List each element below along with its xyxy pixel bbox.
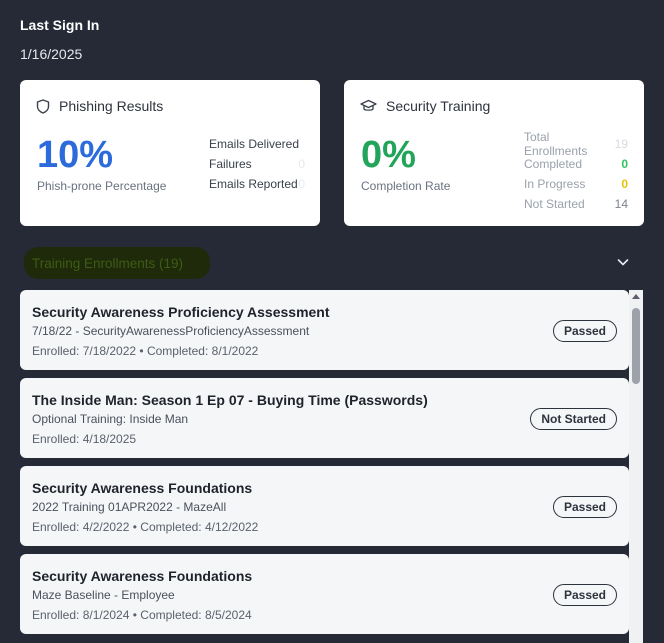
enrollment-subtitle: 2022 Training 01APR2022 - MazeAll — [32, 500, 227, 514]
enrollment-title: The Inside Man: Season 1 Ep 07 - Buying … — [32, 392, 428, 408]
scroll-up-arrow-icon[interactable] — [632, 294, 640, 299]
list-item[interactable]: Security Awareness Proficiency Assessmen… — [20, 290, 629, 370]
list-scrollbar[interactable] — [629, 290, 643, 643]
training-card-header: Security Training — [360, 98, 490, 114]
completion-rate-value: 0% — [361, 134, 416, 176]
stat-label: In Progress — [524, 177, 586, 191]
enrollment-title: Security Awareness Proficiency Assessmen… — [32, 304, 330, 320]
status-badge: Passed — [552, 496, 617, 518]
list-item[interactable]: Security Awareness Foundations Maze Base… — [20, 554, 629, 634]
stat-label: Emails Delivered — [209, 137, 300, 151]
stat-not-started: Not Started 14 — [524, 194, 628, 214]
training-card-title: Security Training — [386, 98, 491, 114]
training-enrollments-header[interactable]: Training Enrollments (19) — [24, 247, 210, 279]
phish-prone-percentage: 10% — [37, 134, 114, 176]
enrollment-dates: Enrolled: 7/18/2022 • Completed: 8/1/202… — [32, 344, 259, 358]
scrollbar-thumb[interactable] — [632, 308, 640, 384]
phishing-card-title: Phishing Results — [59, 98, 164, 114]
enrollment-subtitle: Optional Training: Inside Man — [32, 412, 189, 426]
last-sign-in-date: 1/16/2025 — [20, 46, 83, 62]
enrollment-title: Security Awareness Foundations — [32, 568, 253, 584]
stat-value: 14 — [614, 197, 628, 211]
stat-emails-delivered: Emails Delivered — [209, 134, 305, 154]
enrollment-subtitle: Maze Baseline - Employee — [32, 588, 175, 602]
shield-icon — [36, 98, 50, 114]
enrollment-list: Security Awareness Proficiency Assessmen… — [20, 290, 629, 643]
stat-value: 0 — [298, 157, 305, 171]
status-badge: Passed — [552, 320, 617, 342]
stat-in-progress: In Progress 0 — [524, 174, 628, 194]
enrollment-dates: Enrolled: 4/18/2025 — [32, 432, 137, 446]
stat-label: Emails Reported — [209, 177, 298, 191]
phishing-stats: Emails Delivered Failures 0 Emails Repor… — [209, 134, 305, 194]
list-item[interactable]: Security Awareness Foundations 2022 Trai… — [20, 466, 629, 546]
stat-completed: Completed 0 — [524, 154, 628, 174]
phish-prone-label: Phish-prone Percentage — [37, 179, 167, 193]
stat-label: Not Started — [524, 197, 585, 211]
phishing-results-card: Phishing Results 10% Phish-prone Percent… — [20, 80, 320, 226]
completion-rate-label: Completion Rate — [361, 179, 451, 193]
enrollment-dates: Enrolled: 8/1/2024 • Completed: 8/5/2024 — [32, 608, 252, 622]
list-item[interactable]: The Inside Man: Season 1 Ep 07 - Buying … — [20, 378, 629, 458]
stat-label: Completed — [524, 157, 583, 171]
enrollment-dates: Enrolled: 4/2/2022 • Completed: 4/12/202… — [32, 520, 259, 534]
stat-failures: Failures 0 — [209, 154, 305, 174]
phishing-card-header: Phishing Results — [36, 98, 163, 114]
stat-value: 0 — [621, 177, 628, 191]
stat-value: 0 — [298, 177, 305, 191]
last-sign-in-label: Last Sign In — [20, 17, 100, 33]
enrollment-subtitle: 7/18/22 - SecurityAwarenessProficiencyAs… — [32, 324, 310, 338]
stat-label: Failures — [209, 157, 252, 171]
stat-value: 19 — [614, 137, 628, 151]
chevron-down-icon[interactable] — [616, 255, 630, 274]
graduation-cap-icon — [360, 99, 377, 113]
status-badge: Passed — [552, 584, 617, 606]
enrollment-title: Security Awareness Foundations — [32, 480, 253, 496]
security-training-card: Security Training 0% Completion Rate Tot… — [344, 80, 644, 226]
stat-emails-reported: Emails Reported 0 — [209, 174, 305, 194]
stat-total-enrollments: Total Enrollments 19 — [524, 130, 628, 158]
dashboard-page: Last Sign In 1/16/2025 Phishing Results … — [0, 0, 664, 643]
stat-value: 0 — [621, 157, 628, 171]
training-stats: Total Enrollments 19 Completed 0 In Prog… — [524, 130, 628, 214]
status-badge: Not Started — [530, 408, 617, 430]
